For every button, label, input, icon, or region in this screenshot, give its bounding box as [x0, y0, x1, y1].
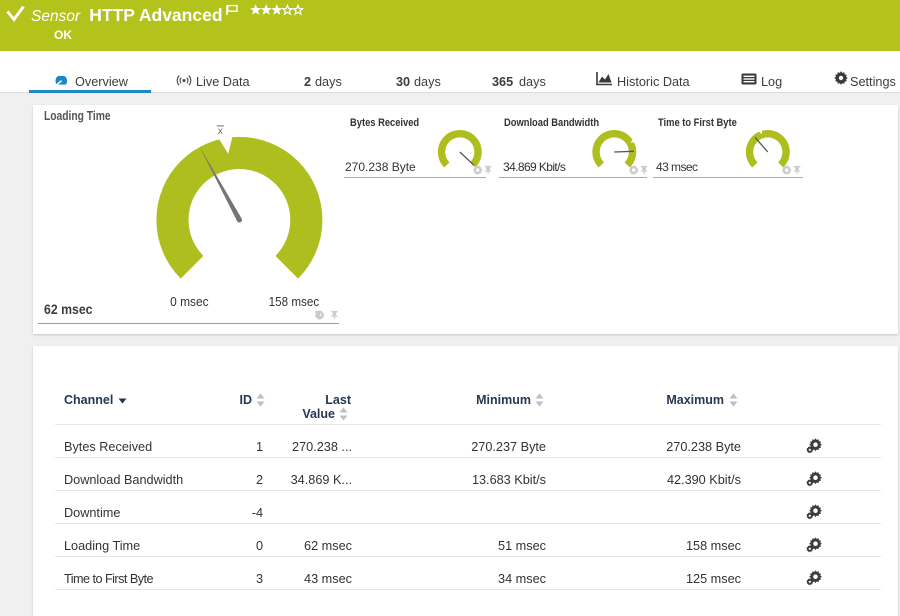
svg-text:x: x	[218, 126, 223, 137]
svg-text:0 msec: 0 msec	[170, 294, 209, 309]
svg-text:158 msec: 158 msec	[269, 294, 320, 309]
